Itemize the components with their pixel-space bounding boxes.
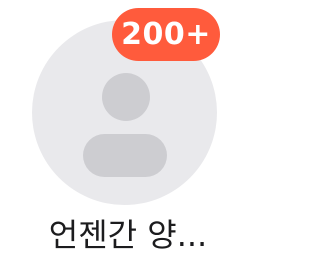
badge-count: 200+ (121, 17, 211, 52)
notification-badge: 200+ (112, 8, 220, 61)
contact-tile[interactable]: 200+ 언젠간 양... (0, 0, 256, 277)
avatar-head (102, 73, 150, 121)
contact-name: 언젠간 양... (48, 216, 208, 254)
avatar-body (83, 134, 167, 177)
